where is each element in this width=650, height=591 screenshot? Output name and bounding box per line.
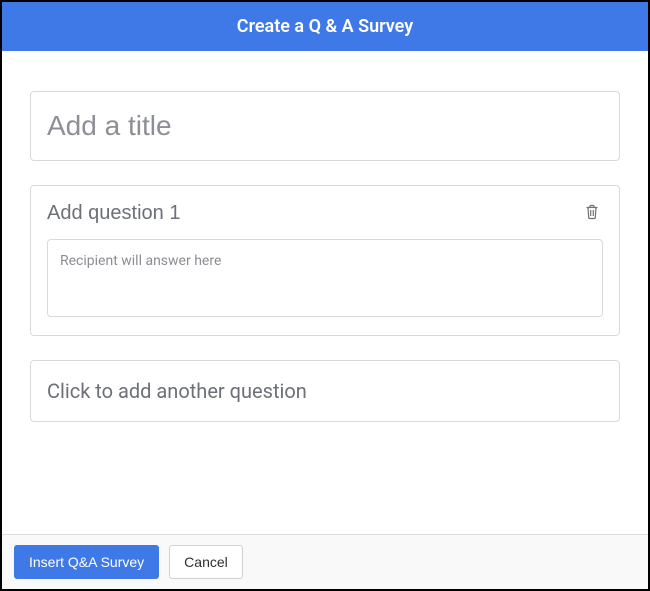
survey-title-container: [30, 91, 620, 161]
answer-placeholder-text: Recipient will answer here: [60, 253, 221, 269]
dialog-title: Create a Q & A Survey: [237, 16, 413, 37]
survey-title-input[interactable]: [47, 110, 603, 142]
question-label-input[interactable]: [47, 202, 581, 225]
cancel-button[interactable]: Cancel: [169, 545, 243, 579]
dialog-header: Create a Q & A Survey: [2, 2, 648, 51]
question-header-row: [47, 202, 603, 225]
trash-icon: [585, 204, 599, 223]
add-question-label: Click to add another question: [47, 379, 307, 403]
dialog-footer: Insert Q&A Survey Cancel: [2, 534, 648, 589]
add-question-button[interactable]: Click to add another question: [30, 360, 620, 422]
question-card: Recipient will answer here: [30, 185, 620, 336]
delete-question-button[interactable]: [581, 202, 603, 225]
answer-preview-box: Recipient will answer here: [47, 239, 603, 317]
insert-survey-button[interactable]: Insert Q&A Survey: [14, 545, 159, 579]
dialog-content: Recipient will answer here Click to add …: [2, 51, 648, 534]
